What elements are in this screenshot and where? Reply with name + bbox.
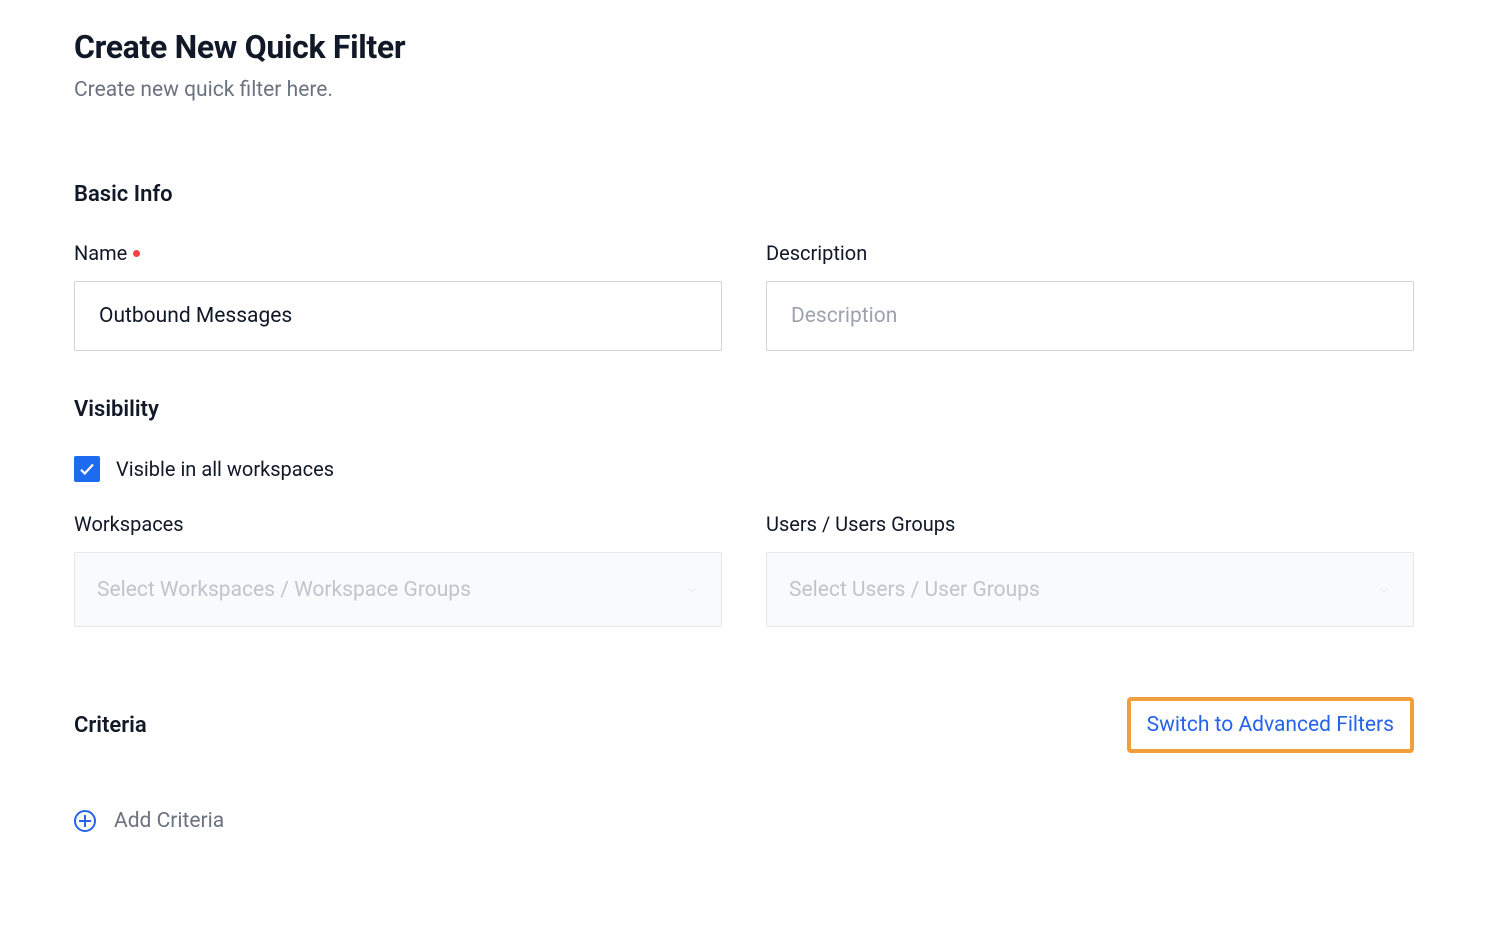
page-subtitle: Create new quick filter here. — [74, 78, 1414, 102]
required-indicator-icon — [133, 250, 140, 257]
workspaces-label-text: Workspaces — [74, 512, 184, 536]
chevron-down-icon — [1377, 583, 1391, 597]
name-label-text: Name — [74, 241, 127, 265]
switch-advanced-filters-link[interactable]: Switch to Advanced Filters — [1127, 697, 1414, 753]
visibility-selects-row: Workspaces Select Workspaces / Workspace… — [74, 512, 1414, 627]
description-label-text: Description — [766, 241, 867, 265]
visible-all-row: Visible in all workspaces — [74, 456, 1414, 482]
users-field: Users / Users Groups Select Users / User… — [766, 512, 1414, 627]
workspaces-select[interactable]: Select Workspaces / Workspace Groups — [74, 552, 722, 627]
users-label: Users / Users Groups — [766, 512, 1414, 536]
visible-all-label: Visible in all workspaces — [116, 457, 334, 481]
basic-info-row: Name Description — [74, 241, 1414, 351]
criteria-header: Criteria Switch to Advanced Filters — [74, 697, 1414, 753]
visible-all-checkbox[interactable] — [74, 456, 100, 482]
users-placeholder: Select Users / User Groups — [789, 578, 1040, 602]
description-input[interactable] — [766, 281, 1414, 351]
section-visibility-title: Visibility — [74, 397, 1414, 422]
add-criteria-label: Add Criteria — [114, 809, 224, 833]
name-label: Name — [74, 241, 722, 265]
chevron-down-icon — [685, 583, 699, 597]
users-select[interactable]: Select Users / User Groups — [766, 552, 1414, 627]
page-title: Create New Quick Filter — [74, 28, 1414, 66]
check-icon — [78, 460, 96, 478]
section-criteria-title: Criteria — [74, 713, 147, 738]
description-label: Description — [766, 241, 1414, 265]
plus-circle-icon — [74, 810, 96, 832]
workspaces-field: Workspaces Select Workspaces / Workspace… — [74, 512, 722, 627]
workspaces-placeholder: Select Workspaces / Workspace Groups — [97, 578, 471, 602]
workspaces-label: Workspaces — [74, 512, 722, 536]
section-basic-info-title: Basic Info — [74, 182, 1414, 207]
create-quick-filter-page: Create New Quick Filter Create new quick… — [0, 0, 1488, 926]
description-field: Description — [766, 241, 1414, 351]
add-criteria-button[interactable]: Add Criteria — [74, 809, 1414, 833]
users-label-text: Users / Users Groups — [766, 512, 955, 536]
name-input[interactable] — [74, 281, 722, 351]
name-field: Name — [74, 241, 722, 351]
